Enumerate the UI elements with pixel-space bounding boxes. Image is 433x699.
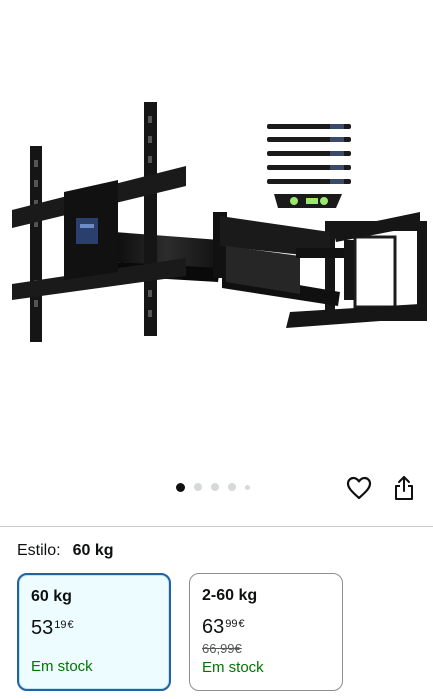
share-button[interactable] xyxy=(391,474,417,502)
heart-outline-icon xyxy=(346,476,372,500)
option-price: 63 99 € xyxy=(202,616,330,638)
section-divider xyxy=(0,526,433,527)
option-price: 53 19 € xyxy=(31,617,157,639)
stock-status: Em stock xyxy=(202,659,264,676)
center-plate xyxy=(64,180,118,280)
price-cents: 19 xyxy=(54,619,67,631)
price-whole: 53 xyxy=(31,617,54,639)
was-price: 66,99€ xyxy=(202,641,242,656)
share-upload-icon xyxy=(395,476,413,500)
cable-ties xyxy=(267,124,351,184)
carousel-dot-1[interactable] xyxy=(176,482,185,492)
price-currency: € xyxy=(67,619,74,631)
style-option-60kg[interactable]: 60 kg 53 19 € Em stock xyxy=(17,573,171,691)
style-selected-value: 60 kg xyxy=(72,542,114,559)
price-currency: € xyxy=(238,618,245,630)
price-cents: 99 xyxy=(225,618,238,630)
bubble-level xyxy=(274,194,342,208)
carousel-dot-4[interactable] xyxy=(228,483,236,491)
option-title: 60 kg xyxy=(31,588,72,605)
price-whole: 63 xyxy=(202,616,225,638)
carousel-dot-2[interactable] xyxy=(194,483,202,491)
carousel-dot-3[interactable] xyxy=(211,483,219,491)
stock-status: Em stock xyxy=(31,658,93,675)
product-image[interactable] xyxy=(0,0,433,470)
style-selector-header: Estilo: 60 kg xyxy=(17,542,114,560)
tv-wall-mount-image xyxy=(12,102,427,342)
wishlist-button[interactable] xyxy=(345,474,373,502)
carousel-indicator[interactable] xyxy=(176,482,250,492)
style-label: Estilo: xyxy=(17,542,61,559)
carousel-dot-5[interactable] xyxy=(245,484,250,490)
style-option-2-60kg[interactable]: 2-60 kg 63 99 € 66,99€ Em stock xyxy=(189,573,343,691)
option-title: 2-60 kg xyxy=(202,587,258,604)
